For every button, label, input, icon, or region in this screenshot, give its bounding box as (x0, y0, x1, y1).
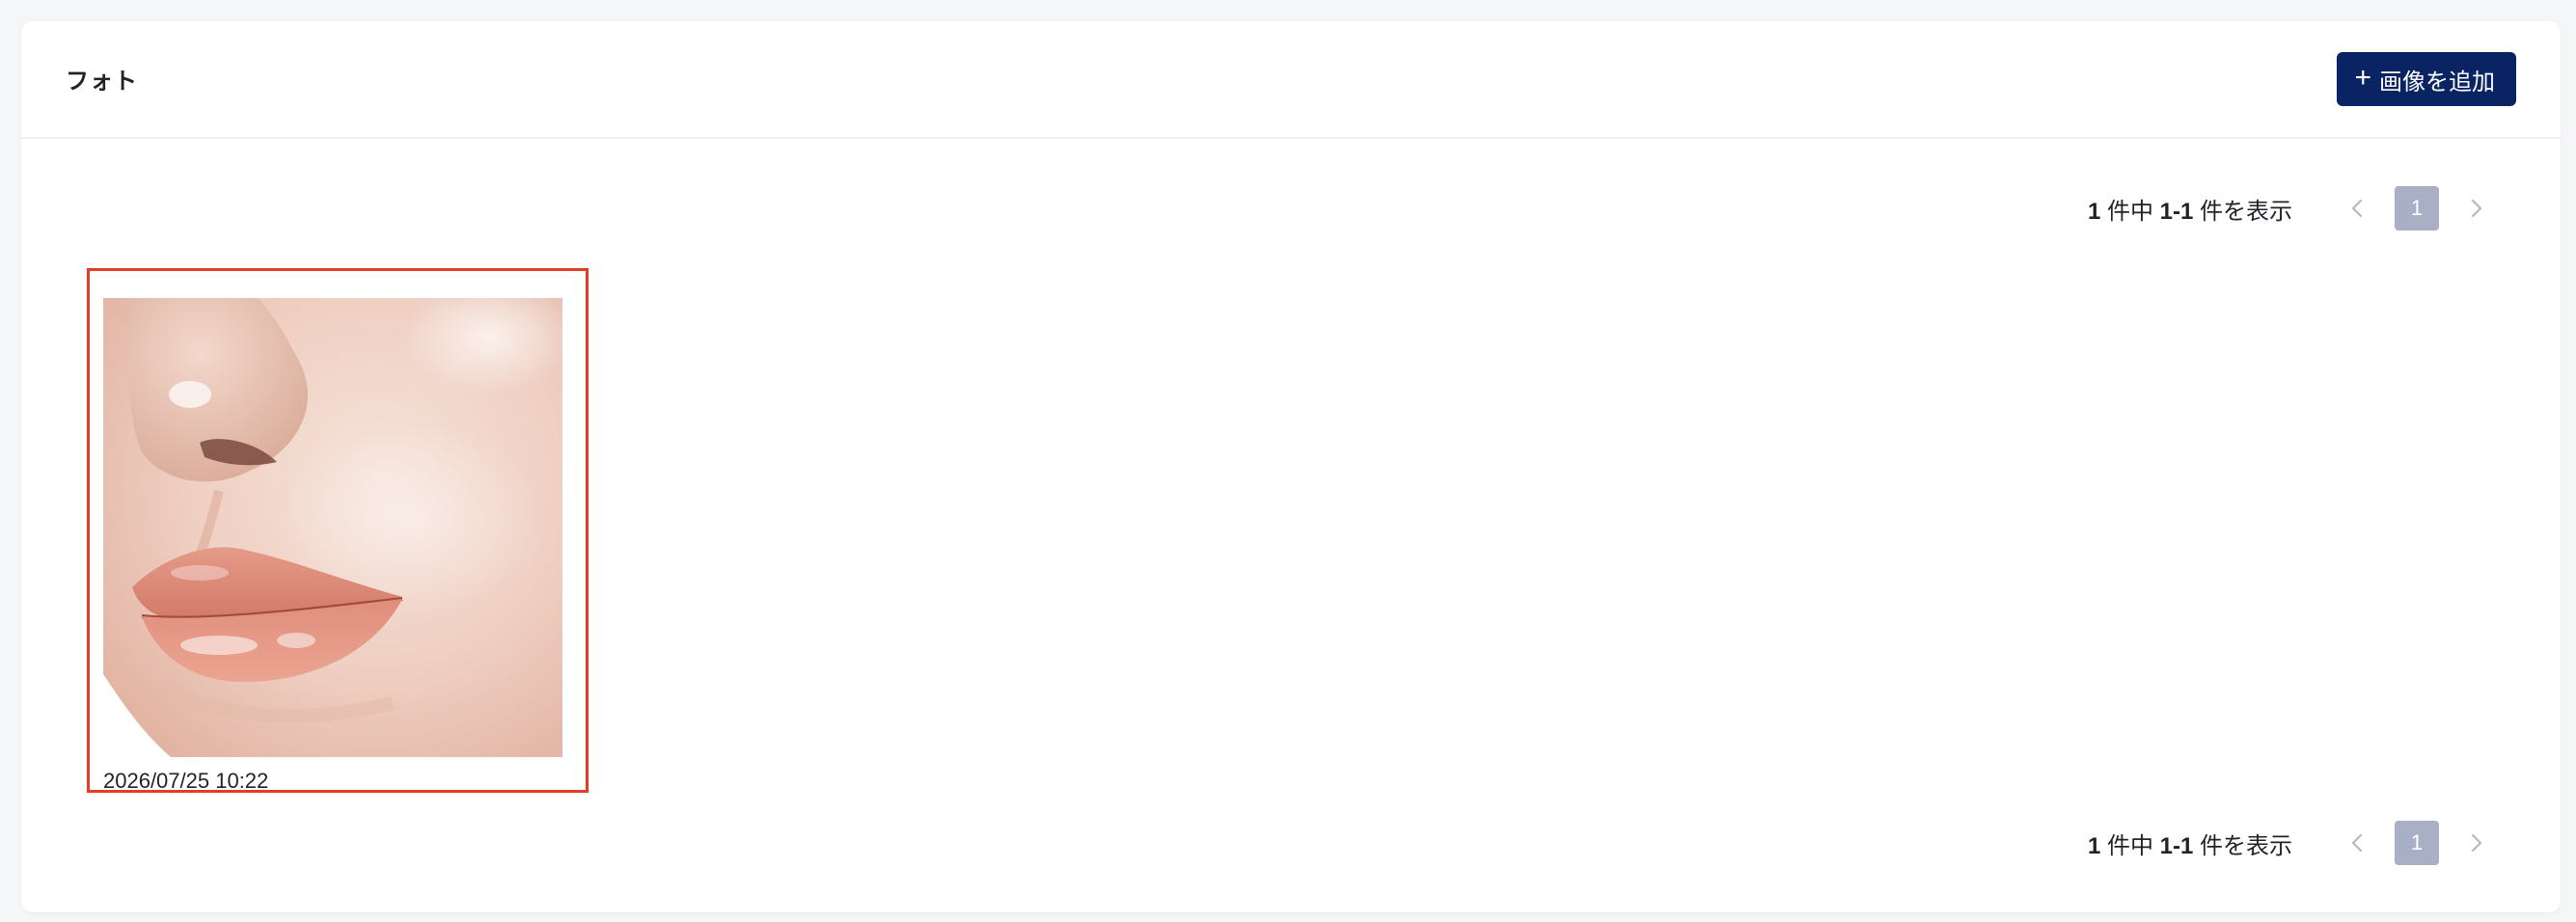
photo-thumbnail[interactable] (103, 298, 562, 757)
pagination-total: 1 (2087, 198, 2101, 225)
pagination-top: 1 件中 1-1 件を表示 1 (2088, 185, 2499, 231)
pagination-total-suffix: 件中 (2100, 832, 2160, 859)
chevron-right-icon (2471, 833, 2482, 853)
plus-icon: + (2354, 62, 2371, 94)
page-title: フォト (66, 68, 138, 95)
page-number-button[interactable]: 1 (2395, 186, 2439, 230)
next-page-button[interactable] (2453, 820, 2499, 866)
pagination-range: 1-1 (2159, 832, 2194, 859)
page-number-button[interactable]: 1 (2395, 821, 2439, 865)
chevron-left-icon (2351, 199, 2363, 218)
chevron-left-icon (2351, 833, 2363, 853)
pagination-info: 1 件中 1-1 件を表示 (2088, 827, 2292, 860)
pagination-info: 1 件中 1-1 件を表示 (2088, 192, 2292, 226)
prev-page-button[interactable] (2335, 820, 2381, 866)
add-image-label: 画像を追加 (2379, 68, 2495, 95)
pagination-total: 1 (2087, 832, 2101, 859)
pagination-total-suffix: 件中 (2100, 198, 2160, 225)
next-page-button[interactable] (2453, 185, 2499, 231)
pagination-range-suffix: 件を表示 (2193, 832, 2292, 859)
pagination-range: 1-1 (2159, 198, 2194, 225)
photo-panel: フォト + 画像を追加 1 件中 1-1 件を表示 1 2026/07/25 1… (21, 21, 2561, 912)
prev-page-button[interactable] (2335, 185, 2381, 231)
chevron-right-icon (2471, 199, 2482, 218)
pagination-bottom: 1 件中 1-1 件を表示 1 (2088, 820, 2499, 866)
photo-card[interactable]: 2026/07/25 10:22 (87, 268, 589, 793)
panel-header: フォト + 画像を追加 (21, 21, 2561, 139)
pagination-range-suffix: 件を表示 (2193, 198, 2292, 225)
photo-date: 2026/07/25 10:22 (103, 769, 269, 793)
add-image-button[interactable]: + 画像を追加 (2337, 52, 2516, 106)
face-closeup-image (103, 298, 562, 757)
